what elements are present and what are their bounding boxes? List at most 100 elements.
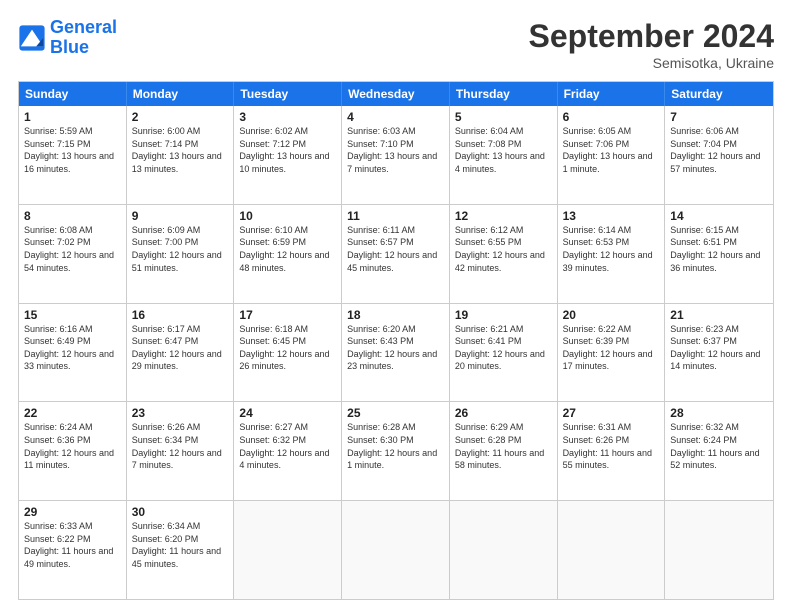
cell-details: Sunrise: 6:10 AM Sunset: 6:59 PM Dayligh… (239, 224, 336, 274)
day-number: 8 (24, 209, 121, 223)
day-number: 13 (563, 209, 660, 223)
day-number: 2 (132, 110, 229, 124)
day-number: 10 (239, 209, 336, 223)
day-number: 26 (455, 406, 552, 420)
calendar-cell-empty (558, 501, 666, 599)
cell-details: Sunrise: 6:23 AM Sunset: 6:37 PM Dayligh… (670, 323, 768, 373)
calendar-cell-16: 16Sunrise: 6:17 AM Sunset: 6:47 PM Dayli… (127, 304, 235, 402)
day-number: 27 (563, 406, 660, 420)
logo-line2: Blue (50, 37, 89, 57)
day-number: 1 (24, 110, 121, 124)
day-number: 3 (239, 110, 336, 124)
cell-details: Sunrise: 6:33 AM Sunset: 6:22 PM Dayligh… (24, 520, 121, 570)
day-number: 25 (347, 406, 444, 420)
cell-details: Sunrise: 6:26 AM Sunset: 6:34 PM Dayligh… (132, 421, 229, 471)
calendar-cell-1: 1Sunrise: 5:59 AM Sunset: 7:15 PM Daylig… (19, 106, 127, 204)
cell-details: Sunrise: 6:05 AM Sunset: 7:06 PM Dayligh… (563, 125, 660, 175)
cell-details: Sunrise: 6:28 AM Sunset: 6:30 PM Dayligh… (347, 421, 444, 471)
cell-details: Sunrise: 6:27 AM Sunset: 6:32 PM Dayligh… (239, 421, 336, 471)
calendar-cell-26: 26Sunrise: 6:29 AM Sunset: 6:28 PM Dayli… (450, 402, 558, 500)
calendar-cell-empty (342, 501, 450, 599)
calendar-cell-2: 2Sunrise: 6:00 AM Sunset: 7:14 PM Daylig… (127, 106, 235, 204)
header-day-wednesday: Wednesday (342, 82, 450, 106)
calendar-cell-11: 11Sunrise: 6:11 AM Sunset: 6:57 PM Dayli… (342, 205, 450, 303)
calendar-cell-29: 29Sunrise: 6:33 AM Sunset: 6:22 PM Dayli… (19, 501, 127, 599)
cell-details: Sunrise: 6:12 AM Sunset: 6:55 PM Dayligh… (455, 224, 552, 274)
header-day-sunday: Sunday (19, 82, 127, 106)
calendar-cell-20: 20Sunrise: 6:22 AM Sunset: 6:39 PM Dayli… (558, 304, 666, 402)
calendar-cell-23: 23Sunrise: 6:26 AM Sunset: 6:34 PM Dayli… (127, 402, 235, 500)
header-day-friday: Friday (558, 82, 666, 106)
calendar-row-5: 29Sunrise: 6:33 AM Sunset: 6:22 PM Dayli… (19, 500, 773, 599)
cell-details: Sunrise: 6:24 AM Sunset: 6:36 PM Dayligh… (24, 421, 121, 471)
calendar-cell-6: 6Sunrise: 6:05 AM Sunset: 7:06 PM Daylig… (558, 106, 666, 204)
day-number: 12 (455, 209, 552, 223)
day-number: 19 (455, 308, 552, 322)
calendar-cell-12: 12Sunrise: 6:12 AM Sunset: 6:55 PM Dayli… (450, 205, 558, 303)
logo-line1: General (50, 17, 117, 37)
calendar-row-1: 1Sunrise: 5:59 AM Sunset: 7:15 PM Daylig… (19, 106, 773, 204)
header-day-tuesday: Tuesday (234, 82, 342, 106)
calendar-row-3: 15Sunrise: 6:16 AM Sunset: 6:49 PM Dayli… (19, 303, 773, 402)
day-number: 7 (670, 110, 768, 124)
day-number: 17 (239, 308, 336, 322)
cell-details: Sunrise: 6:06 AM Sunset: 7:04 PM Dayligh… (670, 125, 768, 175)
calendar-cell-21: 21Sunrise: 6:23 AM Sunset: 6:37 PM Dayli… (665, 304, 773, 402)
page-header: General Blue September 2024 Semisotka, U… (18, 18, 774, 71)
cell-details: Sunrise: 5:59 AM Sunset: 7:15 PM Dayligh… (24, 125, 121, 175)
day-number: 11 (347, 209, 444, 223)
calendar-cell-4: 4Sunrise: 6:03 AM Sunset: 7:10 PM Daylig… (342, 106, 450, 204)
calendar-header: SundayMondayTuesdayWednesdayThursdayFrid… (19, 82, 773, 106)
cell-details: Sunrise: 6:21 AM Sunset: 6:41 PM Dayligh… (455, 323, 552, 373)
cell-details: Sunrise: 6:22 AM Sunset: 6:39 PM Dayligh… (563, 323, 660, 373)
cell-details: Sunrise: 6:16 AM Sunset: 6:49 PM Dayligh… (24, 323, 121, 373)
cell-details: Sunrise: 6:34 AM Sunset: 6:20 PM Dayligh… (132, 520, 229, 570)
calendar-cell-24: 24Sunrise: 6:27 AM Sunset: 6:32 PM Dayli… (234, 402, 342, 500)
calendar-row-2: 8Sunrise: 6:08 AM Sunset: 7:02 PM Daylig… (19, 204, 773, 303)
calendar-cell-15: 15Sunrise: 6:16 AM Sunset: 6:49 PM Dayli… (19, 304, 127, 402)
cell-details: Sunrise: 6:17 AM Sunset: 6:47 PM Dayligh… (132, 323, 229, 373)
day-number: 30 (132, 505, 229, 519)
cell-details: Sunrise: 6:11 AM Sunset: 6:57 PM Dayligh… (347, 224, 444, 274)
calendar-cell-13: 13Sunrise: 6:14 AM Sunset: 6:53 PM Dayli… (558, 205, 666, 303)
cell-details: Sunrise: 6:08 AM Sunset: 7:02 PM Dayligh… (24, 224, 121, 274)
calendar: SundayMondayTuesdayWednesdayThursdayFrid… (18, 81, 774, 600)
calendar-cell-7: 7Sunrise: 6:06 AM Sunset: 7:04 PM Daylig… (665, 106, 773, 204)
day-number: 23 (132, 406, 229, 420)
cell-details: Sunrise: 6:09 AM Sunset: 7:00 PM Dayligh… (132, 224, 229, 274)
day-number: 28 (670, 406, 768, 420)
logo-text: General Blue (50, 18, 117, 58)
cell-details: Sunrise: 6:15 AM Sunset: 6:51 PM Dayligh… (670, 224, 768, 274)
day-number: 5 (455, 110, 552, 124)
cell-details: Sunrise: 6:14 AM Sunset: 6:53 PM Dayligh… (563, 224, 660, 274)
calendar-cell-18: 18Sunrise: 6:20 AM Sunset: 6:43 PM Dayli… (342, 304, 450, 402)
day-number: 9 (132, 209, 229, 223)
header-day-saturday: Saturday (665, 82, 773, 106)
calendar-cell-5: 5Sunrise: 6:04 AM Sunset: 7:08 PM Daylig… (450, 106, 558, 204)
cell-details: Sunrise: 6:31 AM Sunset: 6:26 PM Dayligh… (563, 421, 660, 471)
day-number: 4 (347, 110, 444, 124)
calendar-cell-empty (665, 501, 773, 599)
cell-details: Sunrise: 6:32 AM Sunset: 6:24 PM Dayligh… (670, 421, 768, 471)
calendar-cell-25: 25Sunrise: 6:28 AM Sunset: 6:30 PM Dayli… (342, 402, 450, 500)
cell-details: Sunrise: 6:03 AM Sunset: 7:10 PM Dayligh… (347, 125, 444, 175)
header-day-thursday: Thursday (450, 82, 558, 106)
day-number: 18 (347, 308, 444, 322)
cell-details: Sunrise: 6:02 AM Sunset: 7:12 PM Dayligh… (239, 125, 336, 175)
calendar-cell-empty (450, 501, 558, 599)
calendar-cell-28: 28Sunrise: 6:32 AM Sunset: 6:24 PM Dayli… (665, 402, 773, 500)
cell-details: Sunrise: 6:20 AM Sunset: 6:43 PM Dayligh… (347, 323, 444, 373)
day-number: 29 (24, 505, 121, 519)
calendar-cell-9: 9Sunrise: 6:09 AM Sunset: 7:00 PM Daylig… (127, 205, 235, 303)
calendar-cell-27: 27Sunrise: 6:31 AM Sunset: 6:26 PM Dayli… (558, 402, 666, 500)
logo: General Blue (18, 18, 117, 58)
cell-details: Sunrise: 6:00 AM Sunset: 7:14 PM Dayligh… (132, 125, 229, 175)
calendar-cell-3: 3Sunrise: 6:02 AM Sunset: 7:12 PM Daylig… (234, 106, 342, 204)
calendar-row-4: 22Sunrise: 6:24 AM Sunset: 6:36 PM Dayli… (19, 401, 773, 500)
calendar-cell-14: 14Sunrise: 6:15 AM Sunset: 6:51 PM Dayli… (665, 205, 773, 303)
calendar-cell-8: 8Sunrise: 6:08 AM Sunset: 7:02 PM Daylig… (19, 205, 127, 303)
month-title: September 2024 (529, 18, 774, 55)
cell-details: Sunrise: 6:29 AM Sunset: 6:28 PM Dayligh… (455, 421, 552, 471)
day-number: 15 (24, 308, 121, 322)
day-number: 21 (670, 308, 768, 322)
